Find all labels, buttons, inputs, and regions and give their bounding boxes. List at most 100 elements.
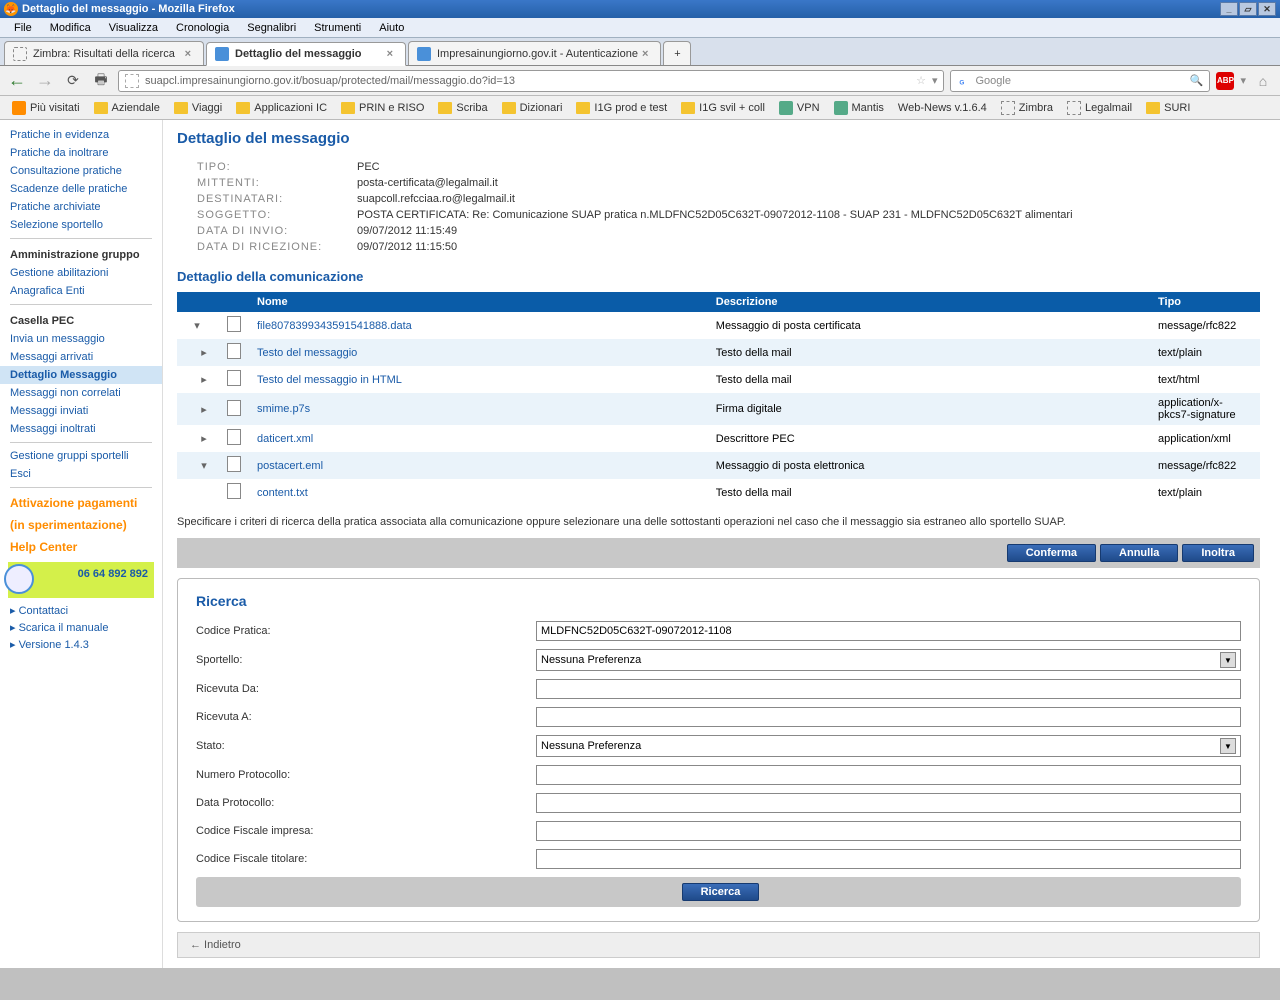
sidebar-link[interactable]: Scadenze delle pratiche	[0, 180, 162, 198]
conferma-button[interactable]: Conferma	[1007, 544, 1096, 562]
bookmark-item[interactable]: Web-News v.1.6.4	[892, 100, 993, 116]
form-input[interactable]	[536, 707, 1241, 727]
sidebar-link[interactable]: Messaggi inviati	[0, 402, 162, 420]
sidebar-link[interactable]: Consultazione pratiche	[0, 162, 162, 180]
sidebar-nav: Pratiche in evidenzaPratiche da inoltrar…	[0, 120, 162, 968]
bookmark-item[interactable]: Mantis	[828, 99, 890, 117]
form-input[interactable]	[536, 679, 1241, 699]
menu-modifica[interactable]: Modifica	[42, 20, 99, 36]
sidebar-link[interactable]: Messaggi non correlati	[0, 384, 162, 402]
nav-home-button[interactable]: ⌂	[1252, 70, 1274, 92]
form-input[interactable]	[536, 821, 1241, 841]
nav-print-button[interactable]: 🖶	[90, 70, 112, 92]
file-type: message/rfc822	[1150, 452, 1260, 479]
expand-icon[interactable]: ▸	[201, 374, 207, 386]
bookmark-item[interactable]: PRIN e RISO	[335, 100, 430, 116]
menu-segnalibri[interactable]: Segnalibri	[239, 20, 304, 36]
browser-tab[interactable]: Dettaglio del messaggio×	[206, 42, 406, 66]
new-tab-button[interactable]: +	[663, 41, 691, 65]
file-name-link[interactable]: smime.p7s	[257, 403, 310, 415]
menu-visualizza[interactable]: Visualizza	[101, 20, 166, 36]
form-select[interactable]: Nessuna Preferenza▼	[536, 649, 1241, 671]
menu-strumenti[interactable]: Strumenti	[306, 20, 369, 36]
sidebar-link[interactable]: Pratiche da inoltrare	[0, 144, 162, 162]
tab-close-icon[interactable]: ×	[638, 48, 652, 60]
tab-close-icon[interactable]: ×	[181, 48, 195, 60]
nav-forward-button[interactable]: →	[34, 70, 56, 92]
form-row: Ricevuta Da:	[196, 679, 1241, 699]
sidebar-link[interactable]: Dettaglio Messaggio	[0, 366, 162, 384]
abp-dropdown-icon[interactable]: ▾	[1240, 74, 1246, 87]
menu-aiuto[interactable]: Aiuto	[371, 20, 412, 36]
file-name-link[interactable]: Testo del messaggio in HTML	[257, 374, 402, 386]
browser-tabbar: Zimbra: Risultati della ricerca×Dettagli…	[0, 38, 1280, 66]
file-name-link[interactable]: file8078399343591541888.data	[257, 320, 412, 332]
sidebar-link[interactable]: Pratiche archiviate	[0, 198, 162, 216]
url-dropdown-icon[interactable]: ▾	[932, 74, 938, 87]
sidebar-link[interactable]: Gestione gruppi sportelli	[0, 447, 162, 465]
sidebar-link[interactable]: Pratiche in evidenza	[0, 126, 162, 144]
window-restore-button[interactable]: ▱	[1239, 2, 1257, 16]
bookmark-item[interactable]: Dizionari	[496, 100, 569, 116]
bookmark-item[interactable]: I1G svil + coll	[675, 100, 771, 116]
browser-tab[interactable]: Impresainungiorno.gov.it - Autenticazion…	[408, 41, 661, 65]
form-row: Stato:Nessuna Preferenza▼	[196, 735, 1241, 757]
abp-icon[interactable]: ABP	[1216, 72, 1234, 90]
form-select[interactable]: Nessuna Preferenza▼	[536, 735, 1241, 757]
file-name-link[interactable]: postacert.eml	[257, 460, 323, 472]
browser-tab[interactable]: Zimbra: Risultati della ricerca×	[4, 41, 204, 65]
dropdown-icon[interactable]: ▼	[1220, 738, 1236, 754]
sidebar-link[interactable]: Anagrafica Enti	[0, 282, 162, 300]
sidebar-link[interactable]: Messaggi arrivati	[0, 348, 162, 366]
bookmark-item[interactable]: Applicazioni IC	[230, 100, 333, 116]
form-input[interactable]	[536, 793, 1241, 813]
sidebar-link[interactable]: Esci	[0, 465, 162, 483]
menu-file[interactable]: File	[6, 20, 40, 36]
bookmark-star-icon[interactable]: ☆	[916, 74, 926, 87]
bookmark-item[interactable]: Zimbra	[995, 99, 1059, 117]
expand-icon[interactable]: ▾	[201, 460, 207, 472]
search-icon[interactable]: 🔍	[1190, 74, 1204, 87]
bookmark-item[interactable]: I1G prod e test	[570, 100, 673, 116]
nav-reload-button[interactable]: ⟳	[62, 70, 84, 92]
tab-close-icon[interactable]: ×	[383, 48, 397, 60]
nav-back-button[interactable]: ←	[6, 70, 28, 92]
sidebar-link[interactable]: Invia un messaggio	[0, 330, 162, 348]
sidebar-link[interactable]: Gestione abilitazioni	[0, 264, 162, 282]
file-name-link[interactable]: daticert.xml	[257, 433, 313, 445]
menu-cronologia[interactable]: Cronologia	[168, 20, 237, 36]
bookmark-item[interactable]: Aziendale	[88, 100, 166, 116]
bookmark-item[interactable]: Scriba	[432, 100, 493, 116]
bookmark-item[interactable]: SURI	[1140, 100, 1196, 116]
back-link[interactable]: ← Indietro	[177, 932, 1260, 958]
form-input[interactable]	[536, 849, 1241, 869]
bookmark-item[interactable]: Viaggi	[168, 100, 228, 116]
window-minimize-button[interactable]: _	[1220, 2, 1238, 16]
sidebar-footer-link[interactable]: Contattaci	[0, 602, 162, 619]
window-close-button[interactable]: ✕	[1258, 2, 1276, 16]
bookmark-item[interactable]: Più visitati	[6, 99, 86, 117]
annulla-button[interactable]: Annulla	[1100, 544, 1178, 562]
sidebar-link[interactable]: Selezione sportello	[0, 216, 162, 234]
expand-icon[interactable]: ▸	[201, 347, 207, 359]
file-name-link[interactable]: content.txt	[257, 487, 308, 499]
file-icon	[227, 343, 241, 359]
bookmark-item[interactable]: VPN	[773, 99, 826, 117]
expand-icon[interactable]: ▸	[201, 404, 207, 416]
inoltra-button[interactable]: Inoltra	[1182, 544, 1254, 562]
detail-row: TIPO:PEC	[197, 159, 1260, 175]
form-input[interactable]	[536, 621, 1241, 641]
ricerca-button[interactable]: Ricerca	[682, 883, 760, 901]
file-name-link[interactable]: Testo del messaggio	[257, 347, 357, 359]
sidebar-link[interactable]: Messaggi inoltrati	[0, 420, 162, 438]
sidebar-footer-link[interactable]: Versione 1.4.3	[0, 636, 162, 653]
dropdown-icon[interactable]: ▼	[1220, 652, 1236, 668]
sidebar-footer-link[interactable]: Scarica il manuale	[0, 619, 162, 636]
url-bar[interactable]: suapcl.impresainungiorno.gov.it/bosuap/p…	[118, 70, 944, 92]
form-input[interactable]	[536, 765, 1241, 785]
expand-icon[interactable]: ▾	[194, 320, 200, 332]
bookmark-item[interactable]: Legalmail	[1061, 99, 1138, 117]
browser-search-box[interactable]: G Google 🔍	[950, 70, 1210, 92]
expand-icon[interactable]: ▸	[201, 433, 207, 445]
folder-icon	[438, 102, 452, 114]
